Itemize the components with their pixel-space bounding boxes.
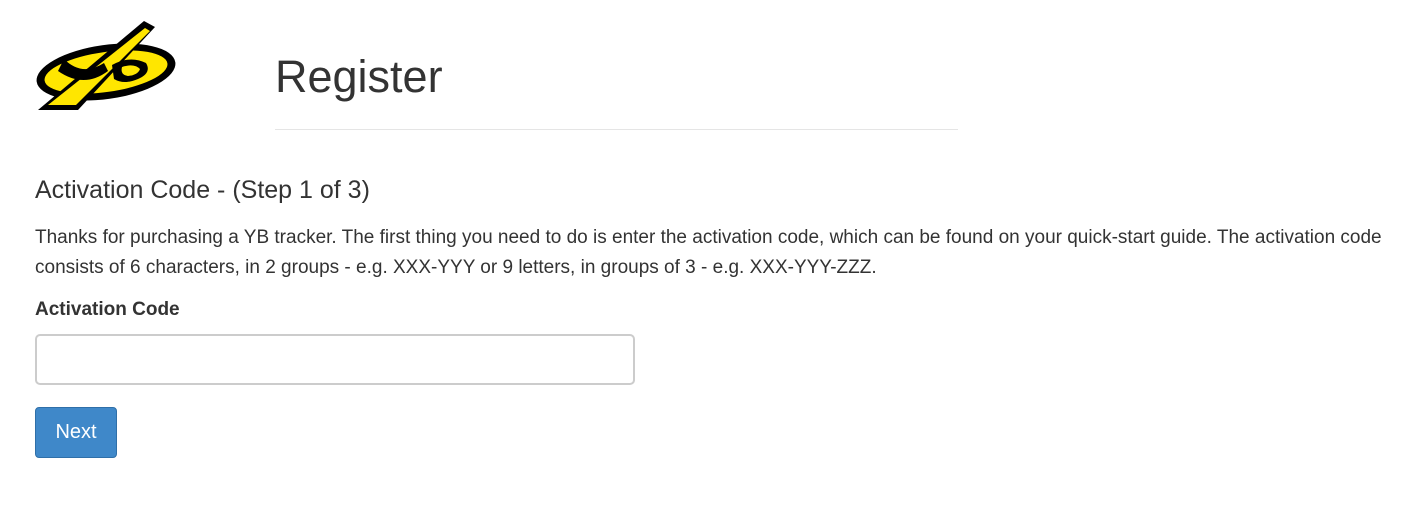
- activation-code-label: Activation Code: [35, 299, 180, 320]
- yb-logo-icon: [36, 21, 176, 110]
- step-description: Thanks for purchasing a YB tracker. The …: [35, 227, 1382, 278]
- activation-code-input[interactable]: [35, 334, 635, 385]
- next-button[interactable]: Next: [35, 407, 117, 458]
- title-divider: [275, 129, 958, 130]
- step-heading: Activation Code - (Step 1 of 3): [35, 176, 370, 204]
- page-title: Register: [275, 51, 443, 102]
- yb-logo: [34, 19, 178, 111]
